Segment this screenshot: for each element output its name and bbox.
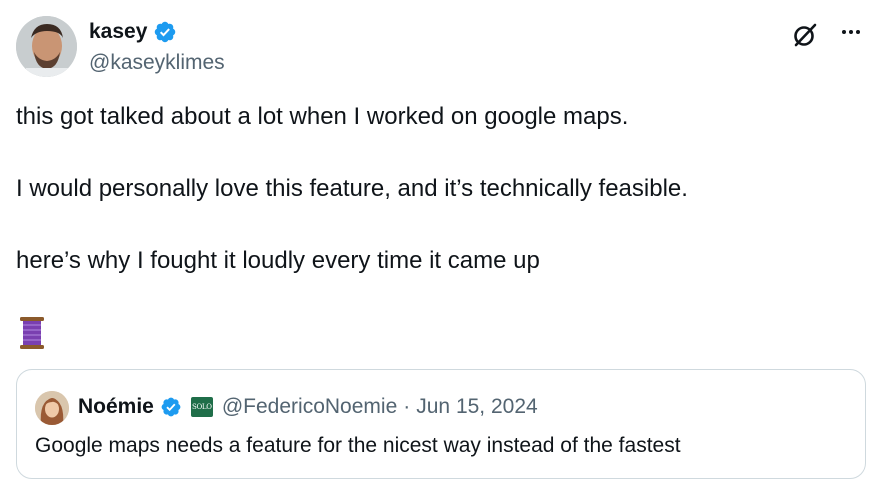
avatar[interactable] (16, 16, 77, 77)
author-name-row[interactable]: kasey (89, 18, 177, 46)
more-icon[interactable] (836, 20, 866, 44)
quoted-tweet-card[interactable]: Noémie SOLO @FedericoNoemie · Jun 15, 20… (16, 369, 866, 479)
tweet-paragraph: here’s why I fought it loudly every time… (16, 247, 540, 274)
thread-spool-icon (20, 317, 44, 349)
quote-header: Noémie SOLO @FedericoNoemie · Jun 15, 20… (78, 393, 538, 421)
author-name[interactable]: kasey (89, 18, 147, 46)
affiliation-badge-icon[interactable]: SOLO (190, 397, 213, 417)
quote-author-name[interactable]: Noémie (78, 393, 154, 421)
quote-author-handle[interactable]: @FedericoNoemie (222, 393, 397, 421)
quote-date[interactable]: Jun 15, 2024 (416, 393, 537, 421)
author-handle[interactable]: @kaseyklimes (89, 49, 225, 77)
tweet-paragraph: I would personally love this feature, an… (16, 175, 688, 202)
quote-text: Google maps needs a feature for the nice… (35, 434, 681, 457)
verified-badge-icon (155, 21, 176, 43)
quote-separator: · (403, 395, 411, 418)
quote-avatar[interactable] (35, 391, 69, 425)
tweet-paragraph: this got talked about a lot when I worke… (16, 103, 629, 130)
grok-icon[interactable] (790, 20, 820, 50)
verified-badge-icon (161, 397, 181, 417)
tweet-text: this got talked about a lot when I worke… (16, 100, 856, 278)
